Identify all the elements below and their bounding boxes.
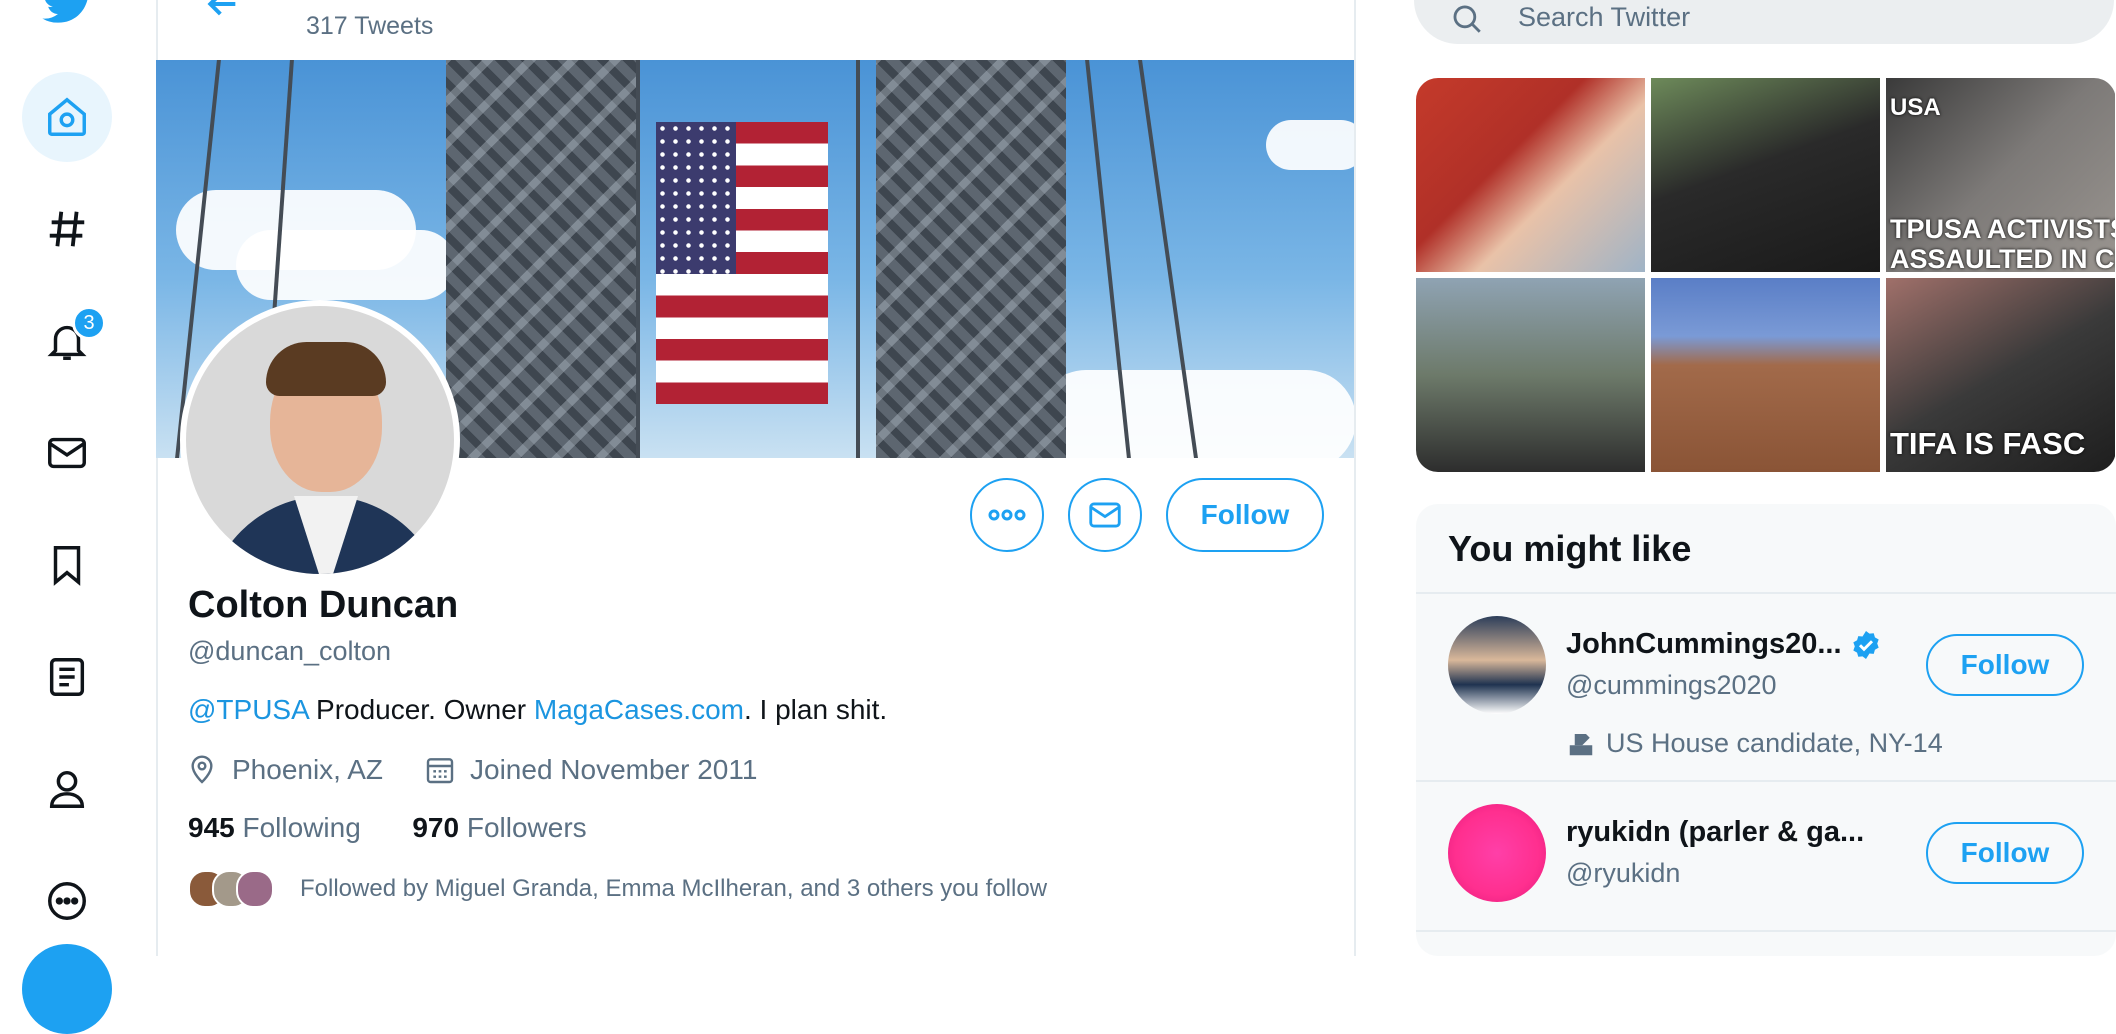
hashtag-icon <box>49 211 85 247</box>
nav-explore-button[interactable] <box>22 184 112 274</box>
divider <box>1416 930 2116 932</box>
following-label: Following <box>242 812 361 843</box>
media-caption: TIFA IS FASC <box>1890 426 2086 461</box>
media-caption: TPUSA ACTIVISTS ASSAULTED IN CHA <box>1890 214 2115 272</box>
suggestion-name: ryukidn (parler & ga... <box>1566 816 1865 848</box>
nav-profile-button[interactable] <box>22 744 112 834</box>
nav-notifications-button[interactable]: 3 <box>22 296 112 386</box>
nav-home-button[interactable] <box>22 72 112 162</box>
flag-image <box>656 122 828 404</box>
bio-text: Producer. Owner <box>308 694 534 725</box>
you-might-like-title: You might like <box>1448 528 1692 569</box>
avatar <box>1448 616 1546 714</box>
location-text: Phoenix, AZ <box>232 754 383 785</box>
followers-label: Followers <box>466 812 587 843</box>
joined-text: Joined November 2011 <box>470 754 758 785</box>
profile-location: Phoenix, AZ <box>186 754 383 786</box>
bookmark-icon <box>53 546 81 586</box>
more-options-button[interactable] <box>970 478 1044 552</box>
suggestion-name: JohnCummings20... <box>1566 628 1882 661</box>
suggestion-description: US House candidate, NY-14 <box>1566 728 1943 759</box>
mail-icon <box>48 437 86 469</box>
profile-icon <box>49 770 85 808</box>
nav-bookmarks-button[interactable] <box>22 520 112 610</box>
media-thumbnail[interactable] <box>1416 78 1645 272</box>
profile-handle: @duncan_colton <box>188 636 392 666</box>
search-box[interactable]: Search Twitter <box>1414 0 2114 44</box>
followed-by[interactable]: Followed by Miguel Granda, Emma McIlhera… <box>188 870 1047 908</box>
ellipsis-icon <box>988 509 1026 521</box>
avatar <box>236 870 274 908</box>
calendar-icon <box>426 758 454 784</box>
search-input[interactable]: Search Twitter <box>1518 2 1690 33</box>
avatar <box>1448 804 1546 902</box>
profile-joined: Joined November 2011 <box>424 754 757 786</box>
profile-avatar[interactable] <box>180 300 460 580</box>
profile-bio: @TPUSA Producer. Owner MagaCases.com. I … <box>188 694 887 726</box>
home-icon <box>48 97 86 136</box>
location-pin-icon <box>191 755 213 784</box>
media-thumbnail[interactable]: TIFA IS FASC <box>1886 278 2115 472</box>
media-thumbnail[interactable] <box>1651 78 1880 272</box>
ballot-box-icon <box>1569 733 1593 755</box>
divider <box>1416 780 2116 782</box>
profile-stats: 945 Following 970 Followers <box>188 812 587 844</box>
notification-badge: 3 <box>72 306 106 340</box>
follow-button[interactable]: Follow <box>1166 478 1324 552</box>
followers-link[interactable]: 970 Followers <box>412 812 586 843</box>
verified-badge-icon <box>1852 631 1879 660</box>
back-arrow-icon[interactable] <box>202 0 242 24</box>
mail-icon <box>1089 502 1121 528</box>
media-thumbnail[interactable] <box>1416 278 1645 472</box>
divider <box>1416 592 2116 594</box>
followers-count: 970 <box>412 812 460 843</box>
suggestion-follow-button[interactable]: Follow <box>1926 634 2084 696</box>
nav-lists-button[interactable] <box>22 632 112 722</box>
more-icon <box>48 882 86 920</box>
list-icon <box>49 658 85 696</box>
profile-column: 317 Tweets Follow Colton Duncan @duncan_… <box>156 0 1356 956</box>
media-caption: USA <box>1890 94 1941 121</box>
suggestion-follow-button[interactable]: Follow <box>1926 822 2084 884</box>
profile-name: Colton Duncan <box>188 584 459 626</box>
message-button[interactable] <box>1068 478 1142 552</box>
search-icon <box>1453 5 1481 33</box>
nav-messages-button[interactable] <box>22 408 112 498</box>
tweet-button[interactable] <box>22 944 112 1034</box>
bio-website-link[interactable]: MagaCases.com <box>534 694 744 725</box>
suggestion-handle: @ryukidn <box>1566 858 1681 888</box>
nav-more-button[interactable] <box>22 856 112 946</box>
suggestion-handle: @cummings2020 <box>1566 670 1777 700</box>
bio-mention-link[interactable]: @TPUSA <box>188 694 308 725</box>
following-count: 945 <box>188 812 235 843</box>
who-to-follow-panel: You might like JohnCummings20... @cummin… <box>1416 504 2116 956</box>
tweets-count: 317 Tweets <box>306 12 434 40</box>
bio-text-end: . I plan shit. <box>743 694 888 725</box>
followed-by-text: Followed by Miguel Granda, Emma McIlhera… <box>300 875 1048 902</box>
following-link[interactable]: 945 Following <box>188 812 361 843</box>
twitter-logo-icon[interactable] <box>40 0 96 32</box>
left-nav: 3 <box>0 0 158 1034</box>
media-thumbnail[interactable]: USA TPUSA ACTIVISTS ASSAULTED IN CHA <box>1886 78 2115 272</box>
media-thumbnail[interactable] <box>1651 278 1880 472</box>
profile-media-grid: USA TPUSA ACTIVISTS ASSAULTED IN CHA TIF… <box>1416 78 2116 472</box>
